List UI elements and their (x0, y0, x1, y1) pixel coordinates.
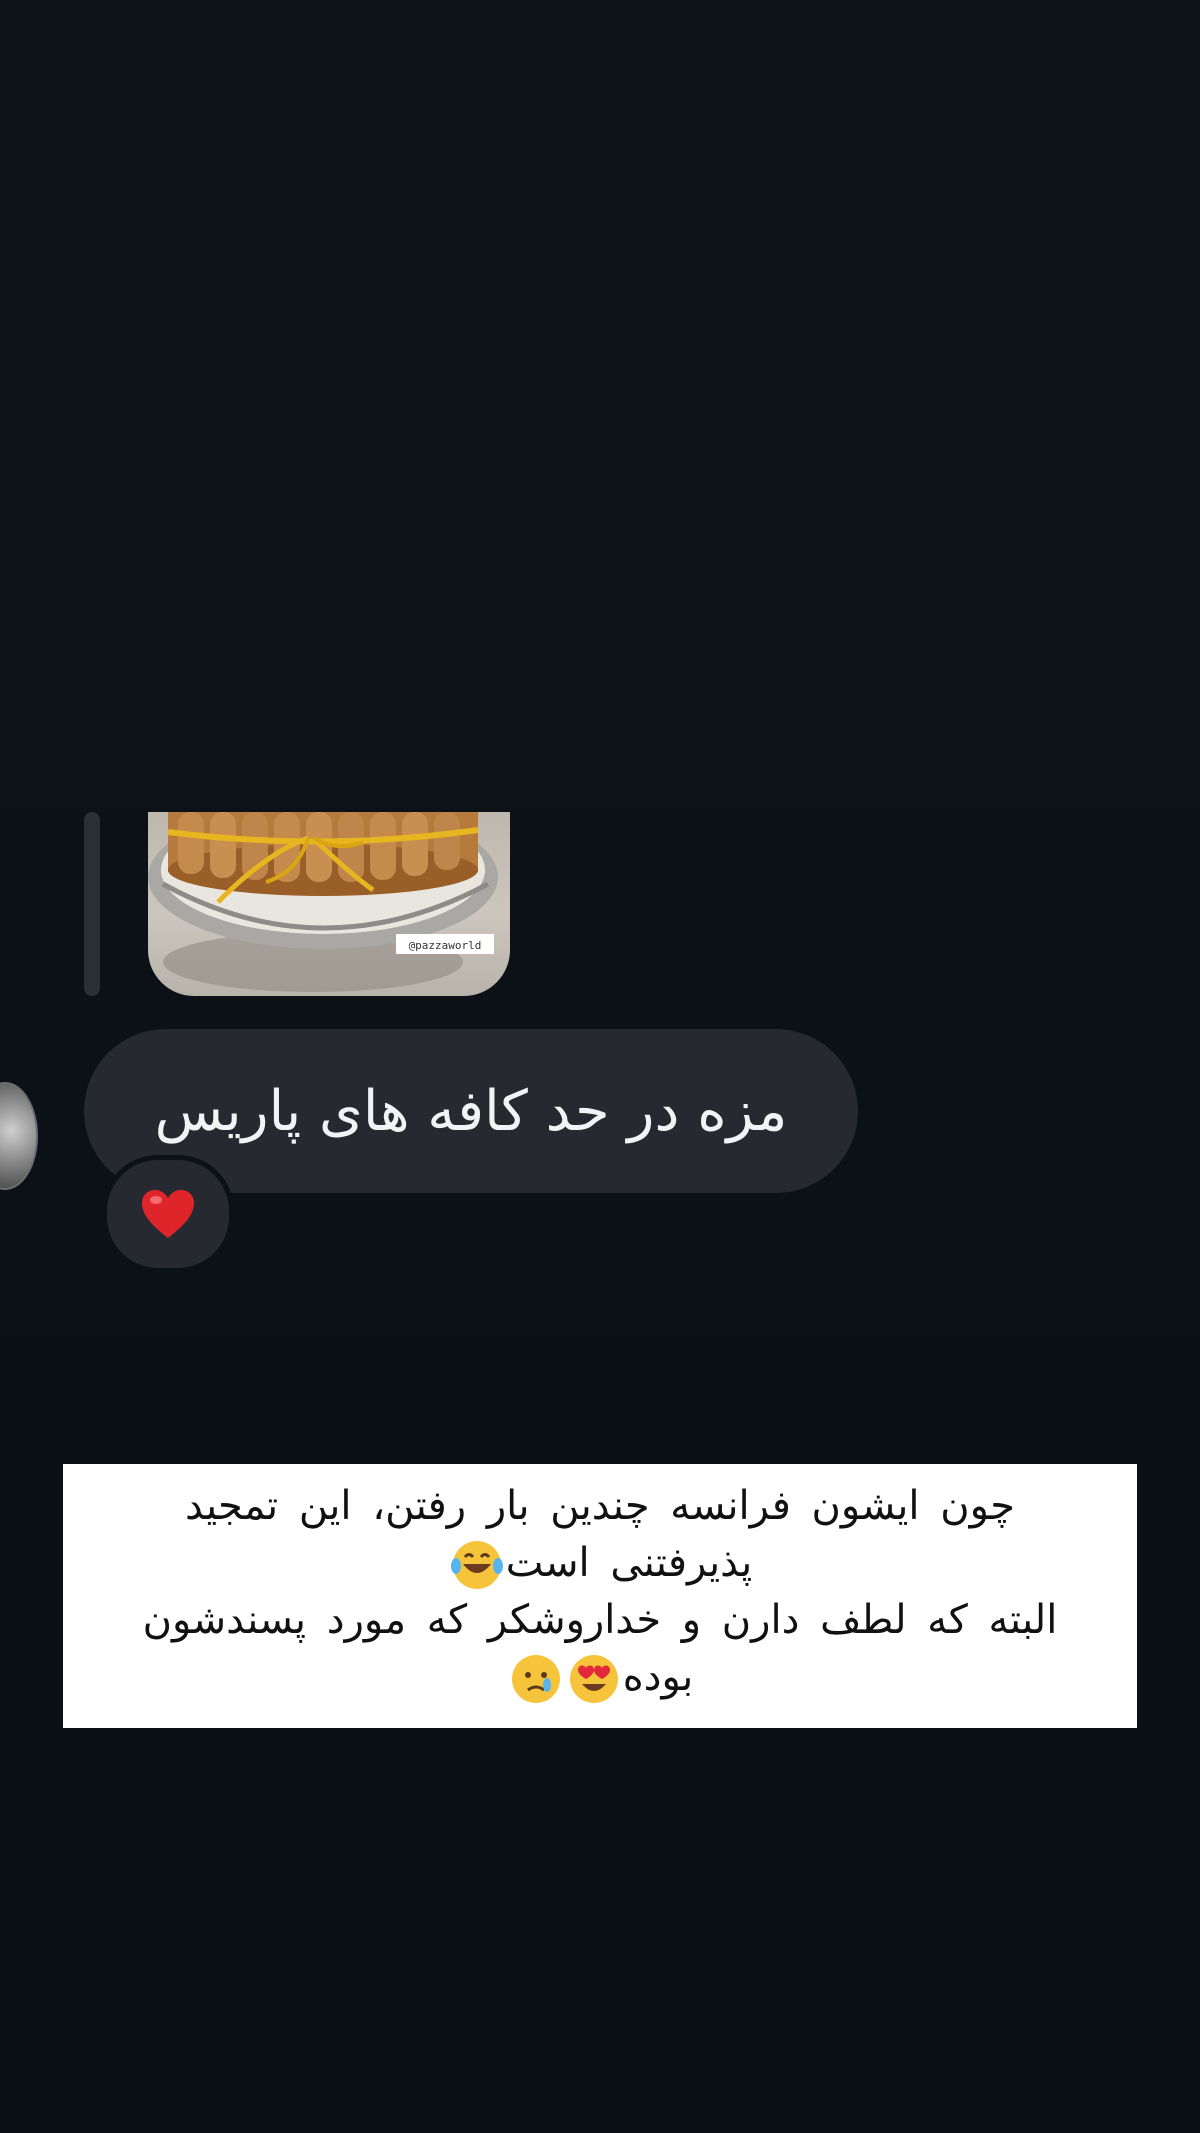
heart-eyes-emoji-icon (569, 1655, 618, 1703)
story-screenshot: @pazzaworld مزه در حد کافه های پاریس چون… (0, 0, 1200, 2133)
reply-indicator-bar (84, 812, 100, 996)
caption-line-1: چون ایشون فرانسه چندین بار رفتن، این تمج… (184, 1483, 1016, 1529)
photo-watermark: @pazzaworld (409, 939, 482, 952)
reaction-badge[interactable] (102, 1155, 234, 1273)
red-heart-icon (142, 1190, 194, 1238)
caption-text: چون ایشون فرانسه چندین بار رفتن، این تمج… (83, 1478, 1117, 1706)
caption-line-2-text: پذیرفتنی است (505, 1540, 753, 1586)
message-text: مزه در حد کافه های پاریس (154, 1078, 788, 1144)
caption-line-4: بوده (83, 1649, 1117, 1706)
dark-top-area (0, 0, 1200, 810)
shared-photo-thumbnail[interactable]: @pazzaworld (148, 812, 510, 996)
caption-line-3: البته که لطف دارن و خداروشکر که مورد پسن… (142, 1597, 1058, 1643)
crying-face-emoji-icon (511, 1655, 560, 1703)
cake-photo-image: @pazzaworld (148, 812, 498, 992)
caption-line-2: پذیرفتنی است (83, 1535, 1117, 1592)
laughing-tears-emoji-icon (450, 1541, 503, 1589)
caption-line-4-text: بوده (622, 1654, 694, 1700)
story-caption-box: چون ایشون فرانسه چندین بار رفتن، این تمج… (63, 1464, 1137, 1728)
